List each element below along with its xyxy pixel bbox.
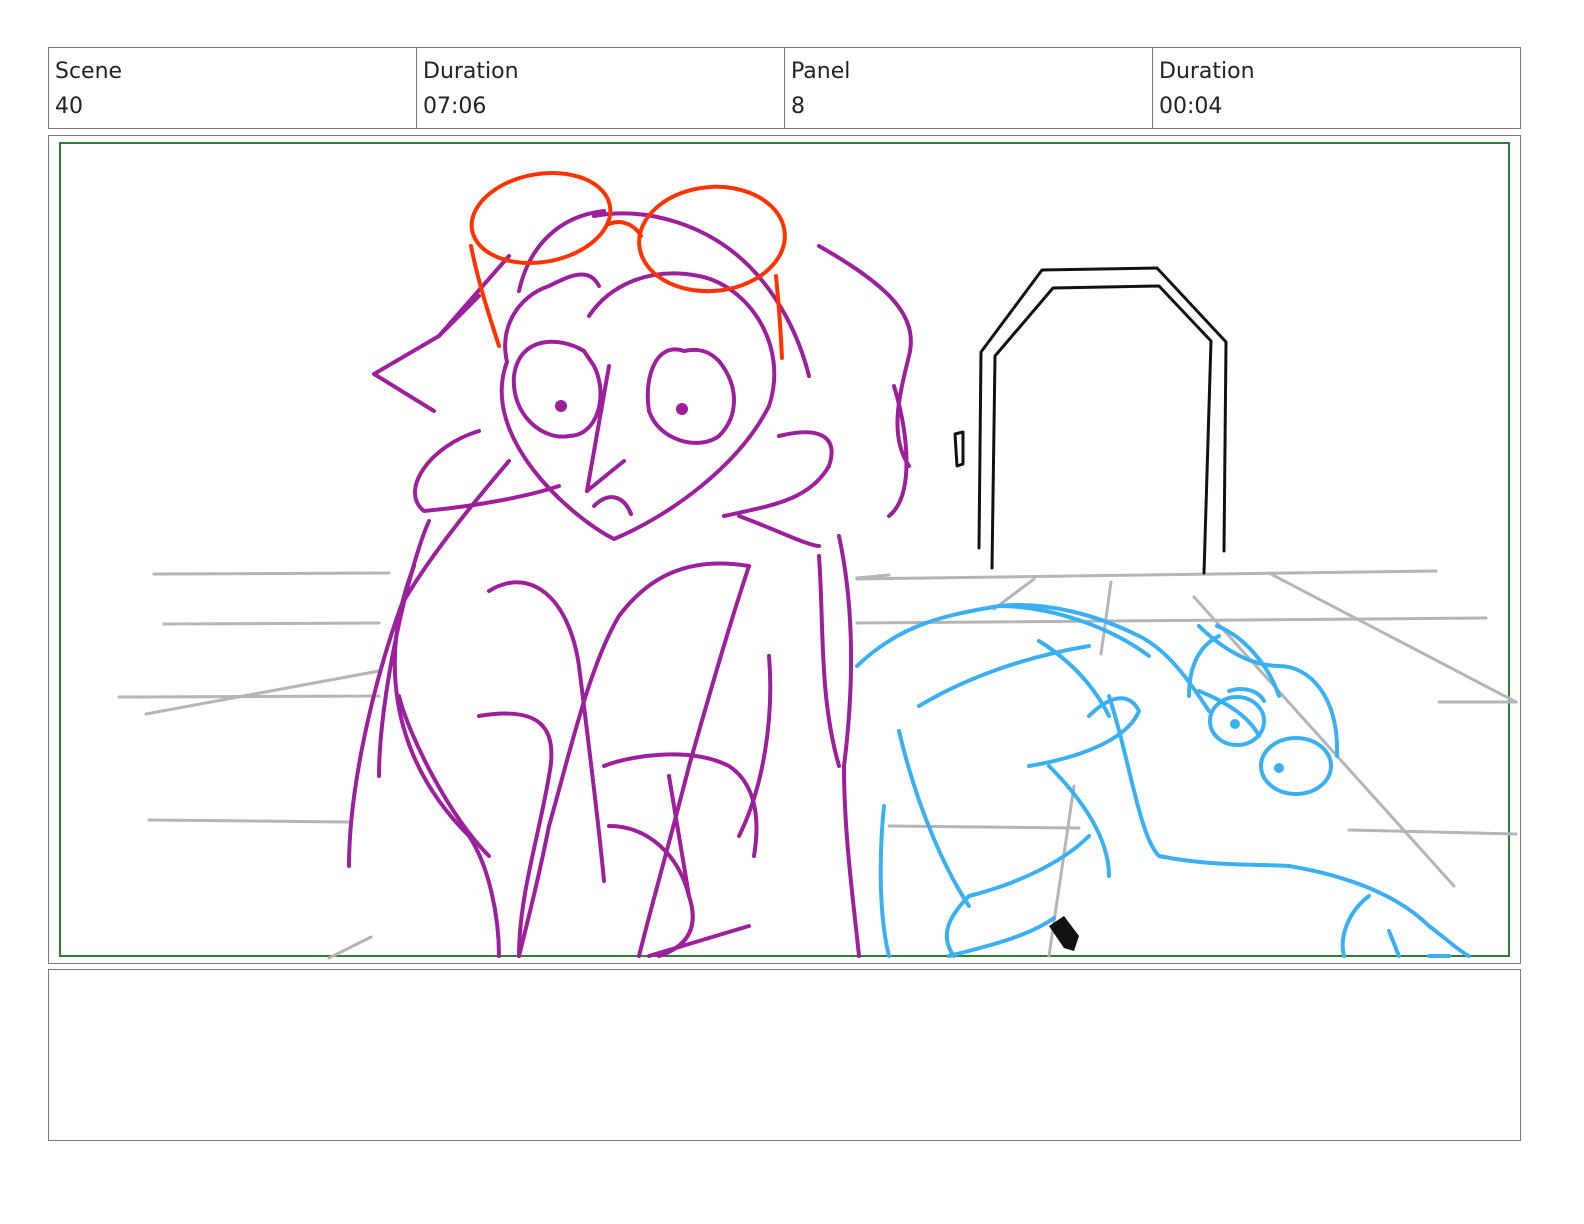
safe-area-border: [59, 142, 1510, 957]
scene-value: 40: [55, 94, 83, 119]
panel-duration-value: 00:04: [1159, 94, 1223, 119]
floor-lines: [117, 569, 1518, 960]
scene-duration-label: Duration: [423, 59, 519, 84]
scene-label: Scene: [55, 59, 123, 84]
sketch-frame: [48, 135, 1521, 964]
panel-cell: Panel 8: [785, 48, 1153, 128]
scene-duration-cell: Duration 07:06: [417, 48, 785, 128]
storyboard-sketch: [59, 142, 1518, 960]
panel-duration-label: Duration: [1159, 59, 1255, 84]
door: [953, 266, 1228, 575]
scene-cell: Scene 40: [49, 48, 417, 128]
purple-character: [347, 209, 913, 958]
panel-duration-cell: Duration 00:04: [1153, 48, 1520, 128]
blue-character: [855, 603, 1471, 958]
scene-duration-value: 07:06: [423, 94, 487, 119]
purple-character-pupils: [555, 400, 688, 415]
notes-box: [48, 969, 1521, 1141]
panel-value: 8: [791, 94, 805, 119]
panel-label: Panel: [791, 59, 851, 84]
storyboard-header: Scene 40 Duration 07:06 Panel 8 Duration…: [48, 47, 1521, 129]
